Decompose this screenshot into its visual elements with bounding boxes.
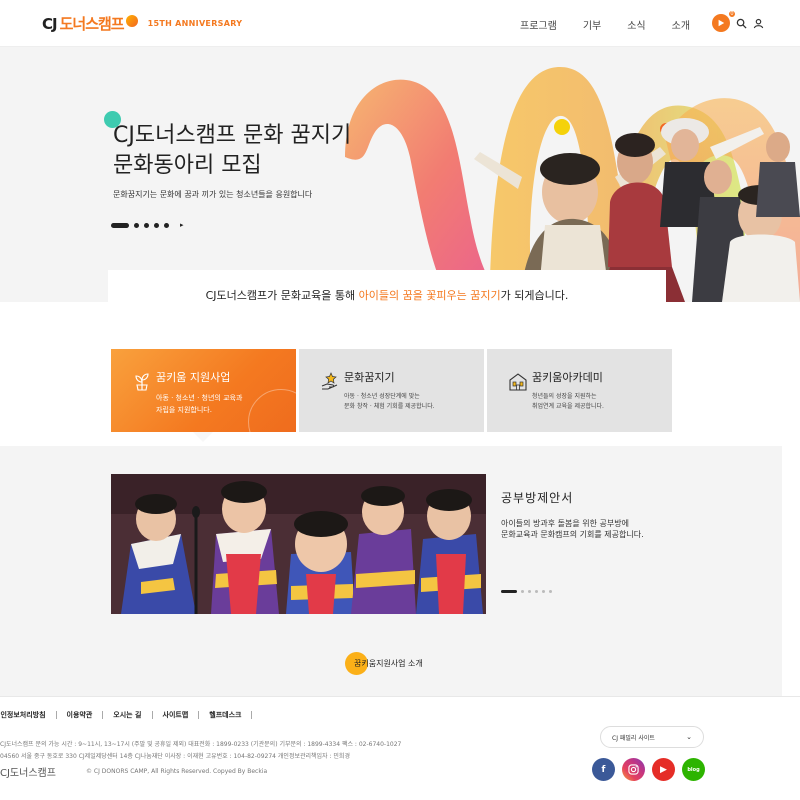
intro-statement: CJ도너스캠프가 문화교육을 통해 아이들의 꿈을 꽃피우는 꿈지기가 되게습니… [108,270,666,318]
program-section: 공부방제안서 아이들의 방과후 돌봄을 위한 공부방에 문화교육과 문화캠프의 … [0,446,782,696]
hero-dot[interactable] [144,222,149,228]
footer-link-helpdesk[interactable]: 헬프데스크 [209,711,253,719]
card-title: 꿈키움 지원사업 [156,371,231,384]
user-icon [753,18,764,28]
footer-info-line1: CJ도너스캠프 문의 가능 시간 : 9~11시, 13~17시 (주말 및 공… [0,741,402,748]
program-desc-line1: 아이들의 방과후 돌봄을 위한 공부방에 [501,519,629,528]
program-pagination [501,590,552,593]
nav-item-donate[interactable]: 기부 [583,17,601,32]
logo-cj: CJ [42,14,58,33]
header-icons: 0 [712,10,764,32]
user-button[interactable] [753,18,764,29]
nav-item-about[interactable]: 소개 [672,17,690,32]
intro-highlight: 아이들의 꿈을 꽃피우는 꿈지기 [358,289,501,302]
search-icon [736,18,747,29]
program-dot-active[interactable] [501,590,517,593]
card-desc-line2: 취업연계 교육을 제공합니다. [532,403,604,410]
logo-mark-icon [125,14,138,27]
play-slideshow-icon[interactable]: ▸ [180,221,184,229]
card-culture-dream[interactable]: 문화꿈지기 아동 · 청소년 성장단계에 맞는 문화 창작 · 체험 기회를 제… [299,349,484,432]
logo-anniversary: 15TH ANNIVERSARY [147,19,243,28]
program-photo[interactable] [111,474,486,614]
hero-subtitle: 문화꿈지기는 문화에 꿈과 끼가 있는 청소년들을 응원합니다 [113,190,313,199]
footer-link-terms[interactable]: 이용약관 [67,711,104,719]
footer-info: CJ도너스캠프 문의 가능 시간 : 9~11시, 13~17시 (주말 및 공… [0,739,401,763]
sprout-icon [135,373,149,391]
dream-support-intro-link[interactable]: 꿈키움지원사업 소개 [345,652,423,675]
instagram-icon[interactable] [622,758,645,781]
card-desc-line2: 문화 창작 · 체험 기회를 제공합니다. [344,403,435,410]
youtube-icon[interactable]: ▶ [652,758,675,781]
intro-suffix: 가 되게습니다. [500,289,569,302]
hero-banner[interactable]: CJ도너스캠프 문화 꿈지기 문화동아리 모집 문화꿈지기는 문화에 꿈과 끼가… [0,47,800,302]
footer-links: 개인정보처리방침 이용약관 오시는 길 사이트맵 헬프데스크 [0,711,262,719]
site-header: CJ 도너스캠프 15TH ANNIVERSARY 프로그램 기부 소식 소개 … [0,0,800,47]
hero-title: CJ도너스캠프 문화 꿈지기 문화동아리 모집 [113,121,351,181]
nav-item-program[interactable]: 프로그램 [520,17,557,32]
footer-info-line2: 04560 서울 중구 동호로 330 CJ제일제당센터 14층 CJ나눔재단 … [0,753,350,760]
notification-badge: 0 [728,10,736,18]
cta-label: 꿈키움지원사업 소개 [354,659,423,668]
blog-icon[interactable]: blog [682,758,705,781]
footer-copyright: © CJ DONORS CAMP, All Rights Reserved. C… [86,768,268,775]
hero-title-line1: CJ도너스캠프 문화 꿈지기 [113,123,352,148]
intro-prefix: CJ도너스캠프가 문화교육을 통해 [205,289,359,302]
instagram-glyph [628,764,639,775]
page: CJ 도너스캠프 15TH ANNIVERSARY 프로그램 기부 소식 소개 … [0,0,800,800]
card-desc-line1: 아동 · 청소년 성장단계에 맞는 [344,393,420,400]
hero-dot[interactable] [154,222,159,228]
hero-pagination: ▸ [111,221,184,229]
hero-title-line2: 문화동아리 모집 [113,153,262,178]
nav-item-news[interactable]: 소식 [627,17,645,32]
hero-dot[interactable] [164,222,169,228]
hero-dot-active[interactable] [111,222,129,228]
program-title: 공부방제안서 [501,491,574,505]
program-dot[interactable] [535,590,538,593]
hero-dot[interactable] [134,222,139,228]
program-dot[interactable] [542,590,545,593]
site-logo[interactable]: CJ 도너스캠프 15TH ANNIVERSARY [42,13,242,34]
card-desc-line1: 청년들의 성장을 지원하는 [532,393,597,400]
program-dot[interactable] [549,590,552,593]
card-dream-support[interactable]: 꿈키움 지원사업 아동 · 청소년 · 청년의 교육과 자립을 지원합니다. [111,349,296,432]
play-button[interactable]: 0 [712,10,736,32]
chevron-down-icon: ⌄ [686,733,692,741]
site-footer: 개인정보처리방침 이용약관 오시는 길 사이트맵 헬프데스크 CJ도너스캠프 문… [0,696,800,800]
building-icon [509,373,527,391]
program-desc-line2: 문화교육과 문화캠프의 기회를 제공합니다. [501,530,644,539]
logo-name: 도너스캠프 [59,15,125,33]
card-title: 문화꿈지기 [344,371,395,384]
play-icon [718,19,725,27]
card-title: 꿈키움아카데미 [532,371,603,384]
hand-star-icon [321,372,338,390]
main-nav: 프로그램 기부 소식 소개 [520,17,690,32]
footer-link-sitemap[interactable]: 사이트맵 [163,711,200,719]
footer-logo: CJ도너스캠프 [0,768,56,779]
card-dream-academy[interactable]: 꿈키움아카데미 청년들의 성장을 지원하는 취업연계 교육을 제공합니다. [487,349,672,432]
program-description: 아이들의 방과후 돌봄을 위한 공부방에 문화교육과 문화캠프의 기회를 제공합… [501,518,644,540]
facebook-icon[interactable]: f [592,758,615,781]
card-pointer-arrow [193,432,213,442]
social-links: f ▶ blog [592,758,705,781]
footer-link-directions[interactable]: 오시는 길 [113,711,153,719]
program-dot[interactable] [521,590,524,593]
children-performance-image [111,474,486,614]
family-site-label: CJ 패밀리 사이트 [612,734,655,742]
search-button[interactable] [736,18,747,29]
program-cards: 꿈키움 지원사업 아동 · 청소년 · 청년의 교육과 자립을 지원합니다. 문… [111,349,672,432]
footer-link-privacy[interactable]: 개인정보처리방침 [0,711,57,719]
program-dot[interactable] [528,590,531,593]
family-site-select[interactable]: CJ 패밀리 사이트 ⌄ [600,726,704,748]
